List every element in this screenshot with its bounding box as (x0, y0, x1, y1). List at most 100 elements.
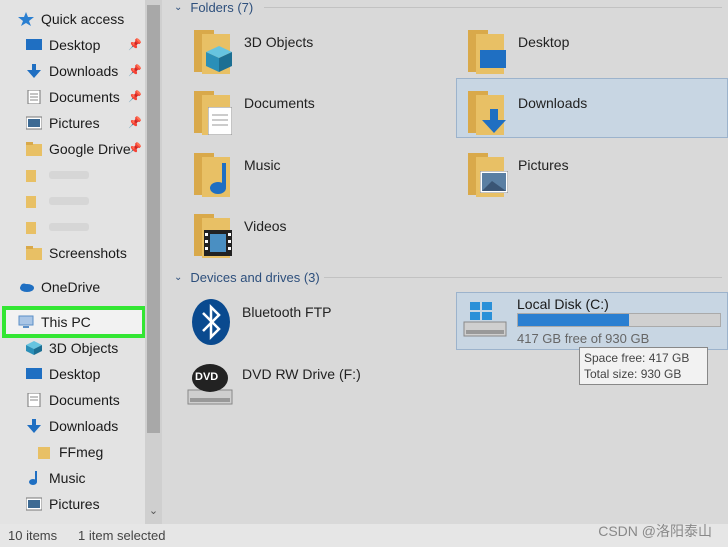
cube-icon (26, 341, 42, 355)
watermark: CSDN @洛阳泰山 (598, 523, 712, 539)
folder-3d-objects-icon (192, 28, 232, 74)
folder-tile-music[interactable]: Music (192, 151, 281, 197)
folder-tile-desktop[interactable]: Desktop (466, 28, 569, 74)
folder-tile-videos[interactable]: Videos (192, 212, 287, 258)
nav-pc-desktop[interactable]: Desktop (26, 362, 100, 386)
nav-pc-downloads[interactable]: Downloads (26, 414, 118, 438)
nav-label: Pictures (49, 496, 100, 512)
nav-this-pc[interactable]: This PC (18, 310, 91, 334)
nav-pc-documents[interactable]: Documents (26, 388, 120, 412)
desktop-icon (26, 367, 42, 381)
nav-label: Quick access (41, 11, 125, 27)
nav-label: Desktop (49, 366, 101, 382)
folder-tile-pictures[interactable]: Pictures (466, 151, 569, 197)
folders-section-header[interactable]: ⌄ Folders (7) (174, 0, 253, 15)
status-item-count: 10 items (8, 528, 58, 543)
folder-label: Desktop (518, 34, 570, 50)
nav-label: FFmeg (59, 444, 104, 460)
nav-label: Documents (49, 392, 120, 408)
pin-icon: 📌 (128, 143, 142, 155)
device-dvd-drive[interactable]: DVD DVD RW Drive (F:) (186, 360, 361, 408)
nav-pc-ffmeg[interactable]: FFmeg (36, 440, 103, 464)
device-label: DVD RW Drive (F:) (242, 366, 361, 382)
content-pane: ⌄ Folders (7) 3D Objects Desktop Documen… (162, 0, 728, 524)
computer-icon (18, 315, 34, 329)
dvd-badge: DVD (195, 371, 219, 383)
blurred-label (49, 171, 89, 179)
download-arrow-icon (26, 419, 42, 433)
folder-icon (26, 194, 42, 208)
device-label: Bluetooth FTP (242, 304, 332, 320)
chevron-down-icon: ⌄ (174, 2, 183, 13)
pin-icon: 📌 (128, 91, 142, 103)
folder-label: 3D Objects (244, 34, 314, 50)
nav-item-blurred[interactable] (26, 215, 89, 239)
section-title: Devices and drives (3) (190, 270, 320, 285)
devices-section-header[interactable]: ⌄ Devices and drives (3) (174, 270, 320, 285)
nav-label: Screenshots (49, 245, 127, 261)
folder-tile-3d-objects[interactable]: 3D Objects (192, 28, 313, 74)
pin-icon: 📌 (128, 39, 142, 51)
blurred-label (49, 223, 89, 231)
folder-label: Music (244, 157, 281, 173)
blurred-label (49, 197, 89, 205)
download-arrow-icon (26, 64, 42, 78)
device-bluetooth-ftp[interactable]: Bluetooth FTP (190, 298, 332, 346)
disk-free-text: 417 GB free of 930 GB (517, 331, 650, 346)
device-local-disk[interactable] (462, 300, 508, 340)
pin-icon: 📌 (128, 65, 142, 77)
desktop-icon (26, 38, 42, 52)
nav-onedrive[interactable]: OneDrive (18, 275, 100, 299)
section-divider (264, 7, 722, 8)
nav-pc-3d-objects[interactable]: 3D Objects (26, 336, 118, 360)
scrollbar-thumb[interactable] (147, 5, 160, 433)
nav-label: OneDrive (41, 279, 101, 295)
nav-item-pictures[interactable]: Pictures (25, 111, 100, 135)
nav-pc-pictures[interactable]: Pictures (25, 492, 100, 516)
dvd-drive-icon: DVD (186, 360, 234, 408)
chevron-down-icon: ⌄ (174, 272, 183, 283)
folder-tile-documents[interactable]: Documents (192, 89, 315, 135)
nav-label: Documents (49, 89, 120, 105)
pictures-icon (25, 116, 43, 130)
hard-drive-icon (463, 302, 507, 337)
folder-icon (26, 220, 42, 234)
cloud-icon (18, 280, 34, 294)
section-title: Folders (7) (190, 0, 254, 15)
nav-item-google-drive[interactable]: Google Drive (26, 137, 131, 161)
music-icon (26, 471, 42, 485)
disk-usage-bar (517, 313, 721, 327)
nav-label: Pictures (49, 115, 100, 131)
nav-item-desktop[interactable]: Desktop (26, 33, 100, 57)
folder-tile-downloads[interactable]: Downloads (466, 89, 587, 135)
device-label: Local Disk (C:) (517, 296, 609, 312)
nav-item-downloads[interactable]: Downloads (26, 59, 118, 83)
folder-pictures-icon (466, 151, 508, 197)
documents-icon (26, 392, 42, 408)
nav-item-blurred[interactable] (26, 189, 89, 213)
nav-pc-music[interactable]: Music (26, 466, 86, 490)
nav-item-screenshots[interactable]: Screenshots (26, 241, 127, 265)
folder-icon (26, 246, 42, 260)
tooltip-total-size: Total size: 930 GB (584, 367, 682, 381)
nav-item-documents[interactable]: Documents (26, 85, 120, 109)
nav-label: Google Drive (49, 141, 131, 157)
nav-item-blurred[interactable] (26, 163, 89, 187)
status-selected-count: 1 item selected (78, 528, 166, 543)
pin-icon: 📌 (128, 117, 142, 129)
folder-icon (36, 445, 52, 459)
tooltip-space-free: Space free: 417 GB (584, 351, 690, 365)
nav-label: Desktop (49, 37, 101, 53)
folder-videos-icon (192, 212, 232, 258)
section-divider (324, 277, 722, 278)
nav-label: Downloads (49, 418, 119, 434)
folder-label: Videos (244, 218, 287, 234)
folder-icon (26, 142, 42, 156)
documents-icon (26, 89, 42, 105)
pictures-icon (25, 497, 43, 511)
nav-quick-access[interactable]: Quick access (18, 7, 124, 31)
folder-music-icon (192, 151, 232, 197)
nav-label: Music (49, 470, 86, 486)
scroll-down-icon[interactable]: ⌄ (146, 504, 161, 517)
folder-downloads-icon (466, 89, 506, 135)
